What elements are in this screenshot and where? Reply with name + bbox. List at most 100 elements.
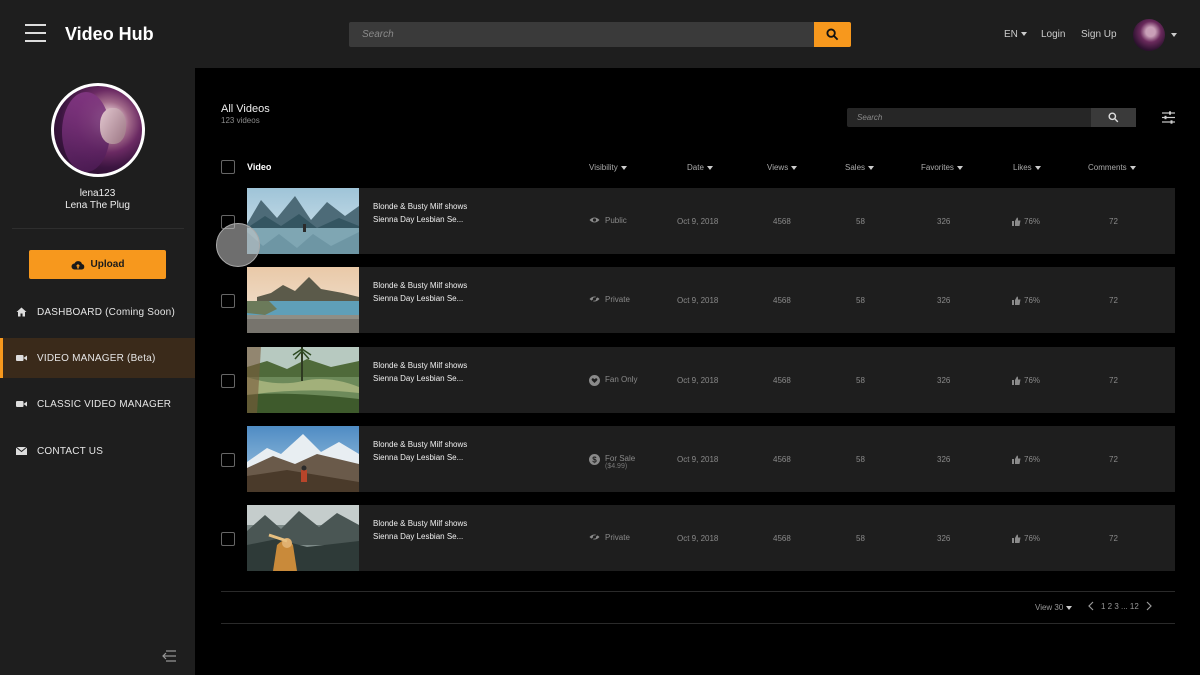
video-title[interactable]: Blonde & Busty Milf shows Sienna Day Lesb… bbox=[373, 200, 467, 226]
likes-value: 76% bbox=[1024, 296, 1041, 305]
table-row[interactable]: Blonde & Busty Milf shows Sienna Day Lesb… bbox=[247, 426, 1175, 492]
visibility-label: Private bbox=[605, 295, 630, 304]
page-size-selector[interactable]: View 30 bbox=[1035, 603, 1073, 612]
row-checkbox[interactable] bbox=[221, 294, 235, 308]
hamburger-menu-icon[interactable] bbox=[25, 24, 46, 44]
date-cell: Oct 9, 2018 bbox=[677, 455, 719, 464]
column-header-comments[interactable]: Comments bbox=[1088, 163, 1136, 172]
video-search-input[interactable]: Search bbox=[857, 113, 882, 122]
upload-label: Upload bbox=[90, 259, 125, 270]
video-search[interactable]: Search bbox=[847, 108, 1136, 127]
visibility-label: Private bbox=[605, 533, 630, 542]
video-thumbnail[interactable] bbox=[247, 347, 359, 413]
video-camera-icon bbox=[16, 401, 27, 407]
column-header-video[interactable]: Video bbox=[247, 162, 271, 172]
signup-link[interactable]: Sign Up bbox=[1081, 29, 1117, 40]
global-search-button[interactable] bbox=[814, 22, 851, 47]
search-icon bbox=[826, 28, 839, 41]
favorites-cell: 326 bbox=[937, 455, 951, 464]
divider bbox=[221, 623, 1175, 624]
language-selector[interactable]: EN bbox=[1004, 29, 1027, 40]
column-header-views[interactable]: Views bbox=[767, 163, 798, 172]
sidebar-item-label: CLASSIC VIDEO MANAGER bbox=[37, 398, 172, 410]
profile-display-name: Lena The Plug bbox=[65, 200, 130, 211]
video-thumbnail[interactable] bbox=[247, 267, 359, 333]
video-title[interactable]: Blonde & Busty Milf shows Sienna Day Lesb… bbox=[373, 359, 467, 385]
sales-cell: 58 bbox=[856, 217, 865, 226]
touch-indicator bbox=[216, 223, 260, 267]
sort-caret-icon bbox=[956, 165, 963, 170]
video-thumbnail[interactable] bbox=[247, 426, 359, 492]
collapse-sidebar-icon[interactable] bbox=[162, 650, 177, 662]
svg-text:$: $ bbox=[592, 455, 597, 464]
global-search[interactable]: Search bbox=[349, 22, 851, 47]
column-header-date[interactable]: Date bbox=[687, 163, 713, 172]
row-checkbox[interactable] bbox=[221, 453, 235, 467]
row-checkbox[interactable] bbox=[221, 374, 235, 388]
chevron-down-icon bbox=[1066, 605, 1073, 610]
filter-settings-icon[interactable] bbox=[1161, 110, 1176, 125]
views-cell: 4568 bbox=[773, 296, 791, 305]
visibility-cell: Private bbox=[589, 533, 630, 542]
sidebar-item-dashboard[interactable]: DASHBOARD (Coming Soon) bbox=[0, 292, 195, 332]
sidebar-item-video-manager[interactable]: VIDEO MANAGER (Beta) bbox=[0, 338, 195, 378]
video-search-button[interactable] bbox=[1091, 108, 1136, 127]
envelope-icon bbox=[16, 447, 27, 455]
column-header-visibility[interactable]: Visibility bbox=[589, 163, 627, 172]
global-search-input[interactable]: Search bbox=[362, 29, 394, 40]
comments-cell: 72 bbox=[1109, 376, 1118, 385]
video-title-line1: Blonde & Busty Milf shows bbox=[373, 361, 468, 370]
app-title: Video Hub bbox=[65, 24, 154, 44]
column-header-label: Favorites bbox=[921, 163, 954, 172]
video-title[interactable]: Blonde & Busty Milf shows Sienna Day Lesb… bbox=[373, 438, 467, 464]
views-cell: 4568 bbox=[773, 534, 791, 543]
date-cell: Oct 9, 2018 bbox=[677, 296, 719, 305]
favorites-cell: 326 bbox=[937, 296, 951, 305]
table-row[interactable]: Blonde & Busty Milf shows Sienna Day Lesb… bbox=[247, 347, 1175, 413]
chevron-down-icon bbox=[1020, 32, 1027, 37]
video-title[interactable]: Blonde & Busty Milf shows Sienna Day Lesb… bbox=[373, 279, 467, 305]
select-all-checkbox[interactable] bbox=[221, 160, 235, 174]
visibility-label: Public bbox=[605, 216, 627, 225]
video-thumbnail[interactable] bbox=[247, 188, 359, 254]
sidebar-item-label: VIDEO MANAGER (Beta) bbox=[37, 352, 156, 364]
visibility-label: Fan Only bbox=[605, 375, 638, 384]
chevron-down-icon[interactable] bbox=[1171, 33, 1177, 37]
column-header-likes[interactable]: Likes bbox=[1013, 163, 1041, 172]
column-header-label: Comments bbox=[1088, 163, 1127, 172]
video-title[interactable]: Blonde & Busty Milf shows Sienna Day Lesb… bbox=[373, 517, 467, 543]
divider bbox=[12, 228, 184, 229]
sort-caret-icon bbox=[868, 165, 875, 170]
table-row[interactable]: Blonde & Busty Milf shows Sienna Day Lesb… bbox=[247, 267, 1175, 333]
user-avatar[interactable] bbox=[1133, 19, 1165, 51]
home-icon bbox=[16, 307, 27, 317]
table-row[interactable]: Blonde & Busty Milf shows Sienna Day Lesb… bbox=[247, 188, 1175, 254]
video-title-line1: Blonde & Busty Milf shows bbox=[373, 281, 468, 290]
upload-button[interactable]: Upload bbox=[29, 250, 166, 279]
chevron-right-icon[interactable] bbox=[1146, 601, 1152, 611]
column-header-sales[interactable]: Sales bbox=[845, 163, 875, 172]
page-numbers[interactable]: 1 2 3 ... 12 bbox=[1101, 602, 1139, 611]
column-header-favorites[interactable]: Favorites bbox=[921, 163, 963, 172]
date-cell: Oct 9, 2018 bbox=[677, 376, 719, 385]
chevron-left-icon[interactable] bbox=[1088, 601, 1094, 611]
sidebar-item-contact-us[interactable]: CONTACT US bbox=[0, 431, 195, 471]
video-thumbnail[interactable] bbox=[247, 505, 359, 571]
page-title: All Videos bbox=[221, 103, 270, 115]
eye-slash-icon bbox=[589, 295, 600, 303]
visibility-cell: Fan Only bbox=[589, 375, 637, 386]
video-title-line2: Sienna Day Lesbian Se... bbox=[373, 215, 464, 224]
thumbs-up-icon bbox=[1012, 376, 1021, 385]
heart-icon bbox=[589, 375, 600, 386]
table-row[interactable]: Blonde & Busty Milf shows Sienna Day Lesb… bbox=[247, 505, 1175, 571]
login-link[interactable]: Login bbox=[1041, 29, 1065, 40]
pagination: 1 2 3 ... 12 bbox=[1088, 601, 1152, 611]
sort-caret-icon bbox=[1034, 165, 1041, 170]
sales-cell: 58 bbox=[856, 296, 865, 305]
visibility-cell: $ For Sale ($4.99) bbox=[589, 454, 635, 470]
column-header-label: Sales bbox=[845, 163, 866, 172]
thumbs-up-icon bbox=[1012, 296, 1021, 305]
video-title-line1: Blonde & Busty Milf shows bbox=[373, 519, 468, 528]
sidebar-item-classic-video-manager[interactable]: CLASSIC VIDEO MANAGER bbox=[0, 384, 195, 424]
row-checkbox[interactable] bbox=[221, 532, 235, 546]
